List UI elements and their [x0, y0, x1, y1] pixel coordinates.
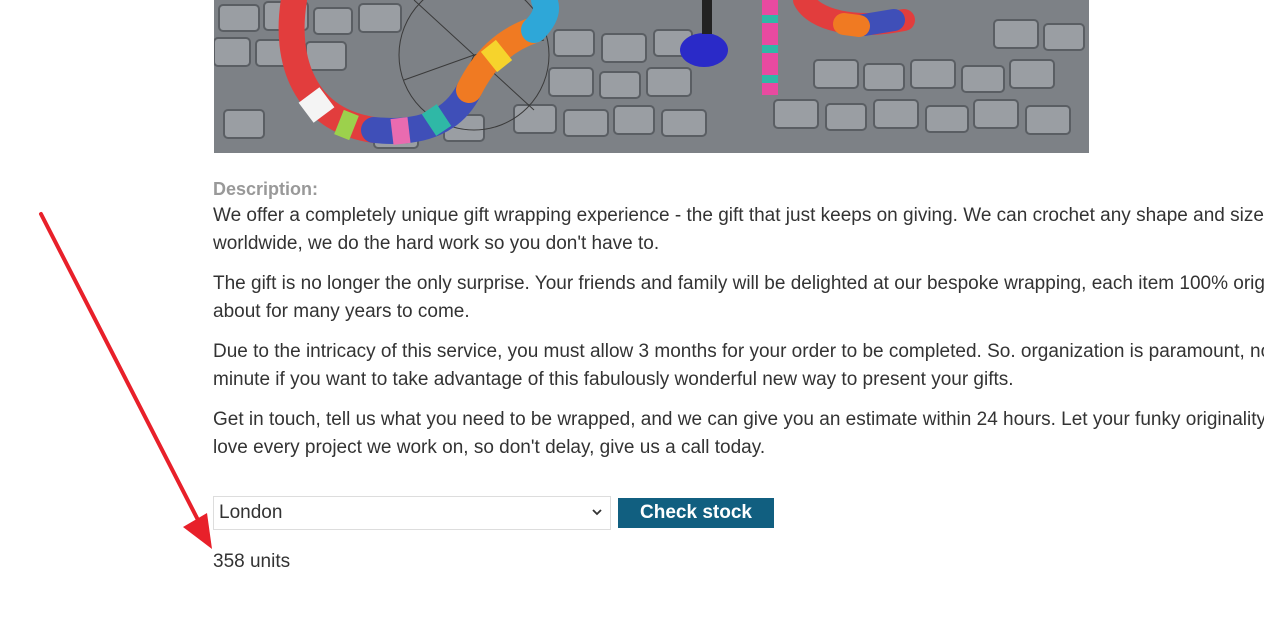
description-line: minute if you want to take advantage of …	[213, 369, 1014, 390]
description-line: The gift is no longer the only surprise.…	[213, 273, 1264, 294]
description-line: love every project we work on, so don't …	[213, 437, 766, 458]
description-paragraph: The gift is no longer the only surprise.…	[213, 270, 1264, 326]
product-page: Description: We offer a completely uniqu…	[0, 0, 1264, 621]
stock-result: 358 units	[213, 551, 291, 572]
product-description: Description: We offer a completely uniqu…	[213, 176, 1264, 474]
description-label: Description:	[213, 179, 319, 199]
chevron-down-icon	[592, 509, 602, 516]
description-paragraph: Get in touch, tell us what you need to b…	[213, 406, 1264, 462]
description-line: Due to the intricacy of this service, yo…	[213, 341, 1264, 362]
description-line: Get in touch, tell us what you need to b…	[213, 409, 1264, 430]
description-paragraph: Due to the intricacy of this service, yo…	[213, 338, 1264, 394]
description-paragraph: We offer a completely unique gift wrappi…	[213, 202, 1264, 258]
store-select-value: London	[219, 502, 283, 523]
stock-check-form: London Check stock	[213, 496, 774, 530]
description-line: about for many years to come.	[213, 301, 470, 322]
description-line: We offer a completely unique gift wrappi…	[213, 205, 1264, 226]
store-select[interactable]: London	[213, 496, 611, 530]
product-image	[214, 0, 1089, 153]
check-stock-button[interactable]: Check stock	[618, 498, 774, 528]
description-line: worldwide, we do the hard work so you do…	[213, 233, 660, 254]
